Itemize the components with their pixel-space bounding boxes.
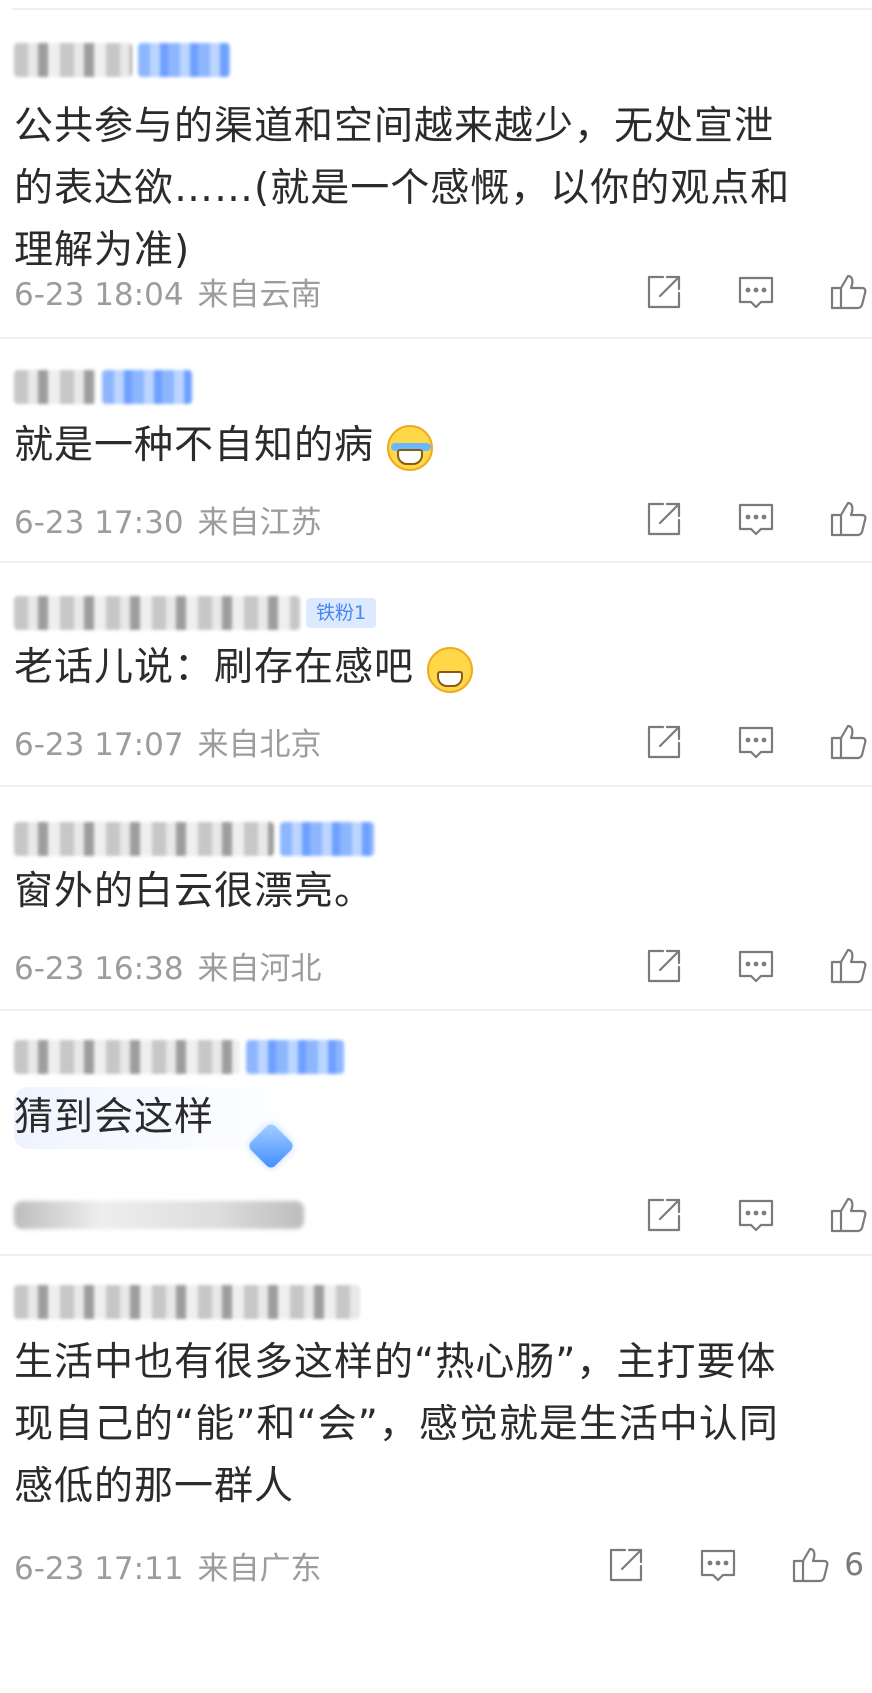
like-count: 6 <box>844 1547 864 1583</box>
like-button[interactable] <box>824 718 872 766</box>
user-badge-redacted <box>102 370 192 404</box>
comment-button[interactable] <box>732 495 780 543</box>
comment-item: 铁粉1 老话儿说：刷存在感吧 6-23 17:07 来自北京 <box>0 561 872 785</box>
comment-item: 生活中也有很多这样的“热心肠”，主打要体现自己的“能”和“会”，感觉就是生活中认… <box>0 1254 872 1693</box>
comment-item: 就是一种不自知的病 6-23 17:30 来自江苏 <box>0 337 872 561</box>
comment-location: 来自江苏 <box>197 505 322 541</box>
like-button[interactable] <box>786 1541 834 1589</box>
thumbs-up-icon <box>830 274 867 310</box>
thumbs-up-icon <box>793 1547 829 1583</box>
share-icon <box>647 949 681 983</box>
thumbs-up-icon <box>830 501 867 537</box>
comment-meta: 6-23 18:04 来自云南 <box>14 275 322 315</box>
comment-meta: 6-23 17:07 来自北京 <box>14 725 322 765</box>
comment-icon <box>738 726 774 759</box>
comment-text: 猜到会这样 <box>14 1095 215 1140</box>
username-row[interactable] <box>14 1280 360 1324</box>
thumbs-up-icon <box>830 1197 867 1233</box>
like-button[interactable] <box>824 495 872 543</box>
comment-time: 6-23 18:04 <box>14 277 184 313</box>
comment-icon <box>738 950 774 983</box>
comment-actions <box>596 268 872 316</box>
comment-item: 窗外的白云很漂亮。 6-23 16:38 来自河北 <box>0 785 872 1009</box>
comment-button[interactable] <box>732 1191 780 1239</box>
comment-meta: 6-23 17:11 来自广东 <box>14 1549 322 1589</box>
comment-text-content: 就是一种不自知的病 <box>14 423 375 468</box>
username-redacted <box>14 43 132 77</box>
comment-actions <box>596 718 872 766</box>
comment-text: 窗外的白云很漂亮。 <box>14 869 375 914</box>
comment-location: 来自河北 <box>197 951 322 987</box>
grinning-emoji-icon <box>427 646 474 693</box>
comment-item: 公共参与的渠道和空间越来越少，无处宣泄的表达欲……(就是一个感慨，以你的观点和理… <box>0 10 872 335</box>
comment-icon <box>738 1199 774 1232</box>
user-badge-redacted <box>280 822 374 856</box>
share-button[interactable] <box>640 495 688 543</box>
comment-text: 公共参与的渠道和空间越来越少，无处宣泄的表达欲……(就是一个感慨，以你的观点和理… <box>14 104 791 273</box>
comment-text: 老话儿说：刷存在感吧 <box>14 637 802 699</box>
comment-time: 6-23 16:38 <box>14 951 184 987</box>
fan-badge: 铁粉1 <box>306 598 377 628</box>
comment-actions <box>596 495 872 543</box>
user-badge-redacted <box>246 1040 344 1074</box>
share-button[interactable] <box>640 1191 688 1239</box>
username-row[interactable]: 铁粉1 <box>14 591 377 635</box>
username-redacted <box>14 596 300 630</box>
comment-time: 6-23 17:11 <box>14 1551 184 1587</box>
comment-button[interactable] <box>732 268 780 316</box>
username-row[interactable] <box>14 365 192 409</box>
like-button[interactable] <box>824 1191 872 1239</box>
share-icon <box>647 502 681 536</box>
share-button[interactable] <box>602 1541 650 1589</box>
comment-actions <box>596 942 872 990</box>
share-button[interactable] <box>640 268 688 316</box>
comment-text: 就是一种不自知的病 <box>14 415 802 477</box>
thumbs-up-icon <box>830 948 867 984</box>
share-icon <box>647 725 681 759</box>
comment-actions <box>596 1191 872 1239</box>
comment-time: 6-23 17:30 <box>14 505 184 541</box>
comment-actions: 6 <box>558 1541 872 1589</box>
user-badge-redacted <box>138 43 230 77</box>
comment-icon <box>738 503 774 536</box>
comment-location: 来自云南 <box>197 277 322 313</box>
comment-button[interactable] <box>694 1541 742 1589</box>
meta-redacted <box>14 1201 304 1229</box>
comment-button[interactable] <box>732 718 780 766</box>
comment-location: 来自北京 <box>197 727 322 763</box>
like-button[interactable] <box>824 942 872 990</box>
comment-icon <box>738 276 774 309</box>
share-icon <box>647 275 681 309</box>
username-redacted <box>14 370 96 404</box>
laughing-crying-emoji-icon <box>387 424 434 471</box>
username-redacted <box>14 1285 360 1319</box>
thumbs-up-icon <box>830 724 867 760</box>
comment-icon <box>701 1549 736 1582</box>
comment-meta: 6-23 17:30 来自江苏 <box>14 503 322 543</box>
share-icon <box>647 1198 681 1232</box>
comment-time: 6-23 17:07 <box>14 727 184 763</box>
comment-button[interactable] <box>732 942 780 990</box>
comment-item: 猜到会这样 <box>0 1009 872 1254</box>
share-icon <box>610 1548 643 1582</box>
share-button[interactable] <box>640 718 688 766</box>
comment-text: 生活中也有很多这样的“热心肠”，主打要体现自己的“能”和“会”，感觉就是生活中认… <box>14 1340 779 1509</box>
like-button[interactable] <box>824 268 872 316</box>
share-button[interactable] <box>640 942 688 990</box>
comment-text-content: 老话儿说：刷存在感吧 <box>14 645 415 690</box>
username-row[interactable] <box>14 38 230 82</box>
username-row[interactable] <box>14 1035 344 1079</box>
comment-location: 来自广东 <box>197 1551 322 1587</box>
comment-meta: 6-23 16:38 来自河北 <box>14 949 322 989</box>
username-row[interactable] <box>14 817 374 861</box>
username-redacted <box>14 1040 240 1074</box>
username-redacted <box>14 822 274 856</box>
comment-feed: 公共参与的渠道和空间越来越少，无处宣泄的表达欲……(就是一个感慨，以你的观点和理… <box>0 0 872 1691</box>
